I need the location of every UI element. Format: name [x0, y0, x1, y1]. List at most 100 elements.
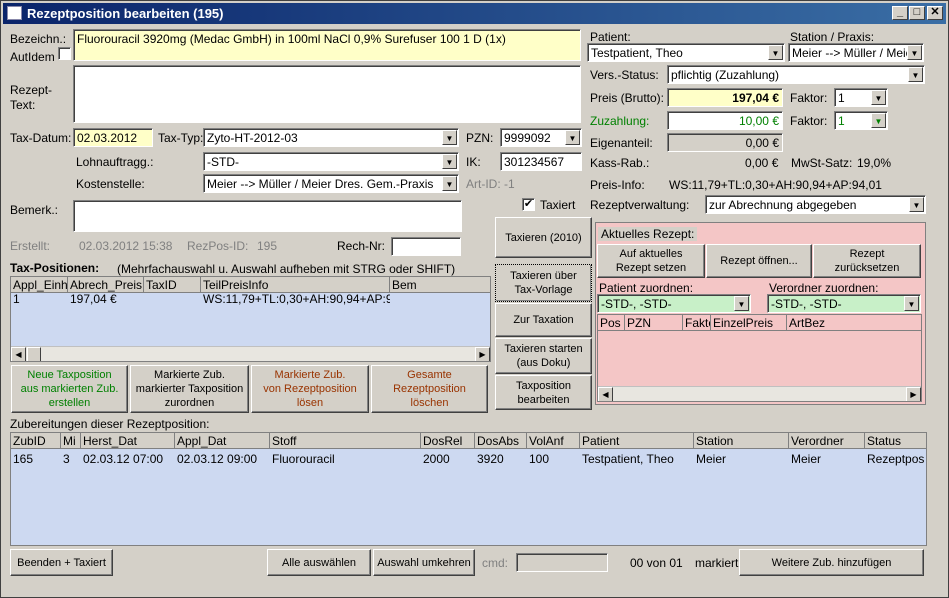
- beenden-taxiert-button[interactable]: Beenden + Taxiert: [10, 549, 113, 576]
- scroll-right-icon[interactable]: ▶: [475, 347, 490, 361]
- scroll-right-icon[interactable]: ▶: [906, 387, 921, 401]
- taxdatum-field[interactable]: 02.03.2012: [73, 128, 153, 147]
- table-cell[interactable]: Meier: [789, 451, 865, 467]
- zuzahlung-field[interactable]: 10,00 €: [667, 111, 783, 130]
- zubgrid-header[interactable]: ZubID: [11, 433, 61, 449]
- lohnauftragg-combo[interactable]: -STD- ▼: [203, 152, 459, 171]
- table-cell[interactable]: 02.03.12 07:00: [81, 451, 175, 467]
- chevron-down-icon[interactable]: ▼: [904, 296, 919, 311]
- maximize-button[interactable]: □: [909, 6, 925, 20]
- weitere-zub-button[interactable]: Weitere Zub. hinzufügen: [739, 549, 924, 576]
- table-cell[interactable]: 1: [11, 291, 68, 307]
- chevron-down-icon[interactable]: ▼: [734, 296, 749, 311]
- rezeptgrid-header[interactable]: Pos: [598, 315, 625, 331]
- pzn-combo[interactable]: 9999092 ▼: [500, 128, 582, 147]
- table-cell[interactable]: Testpatient, Theo: [580, 451, 694, 467]
- scroll-left-icon[interactable]: ◀: [11, 347, 26, 361]
- zubgrid-header[interactable]: Status: [865, 433, 926, 449]
- rezeptgrid-header[interactable]: EinzelPreis: [711, 315, 787, 331]
- preis-field[interactable]: 197,04 €: [667, 88, 783, 107]
- bemerk-field[interactable]: [73, 200, 462, 232]
- zubgrid-header[interactable]: DosRel: [421, 433, 475, 449]
- count-label: 00 von 01: [630, 556, 683, 570]
- table-cell[interactable]: 2000: [421, 451, 475, 467]
- taxieren-vorlage-button[interactable]: Taxieren über Tax-Vorlage: [495, 264, 592, 302]
- table-cell[interactable]: Meier: [694, 451, 789, 467]
- eigenanteil-field: 0,00 €: [667, 133, 783, 152]
- chevron-down-icon[interactable]: ▼: [907, 45, 922, 60]
- zubgrid-header[interactable]: Mi: [61, 433, 81, 449]
- close-button[interactable]: ✕: [927, 6, 943, 20]
- markierte-loesen-button[interactable]: Markierte Zub. von Rezeptposition lösen: [251, 365, 369, 413]
- chevron-down-icon[interactable]: ▼: [909, 197, 924, 212]
- verordner-zuordnen-combo[interactable]: -STD-, -STD- ▼: [767, 294, 921, 313]
- versstatus-combo[interactable]: pflichtig (Zuzahlung) ▼: [667, 65, 925, 84]
- zubgrid-header[interactable]: Herst_Dat: [81, 433, 175, 449]
- zubgrid-header[interactable]: Stoff: [270, 433, 421, 449]
- scroll-thumb[interactable]: [27, 347, 41, 361]
- auf-aktuelles-button[interactable]: Auf aktuelles Rezept setzen: [597, 244, 705, 278]
- table-cell[interactable]: 3: [61, 451, 81, 467]
- station-combo[interactable]: Meier --> Müller / Meier ▼: [788, 43, 924, 62]
- rezeptgrid-scrollbar[interactable]: ◀ ▶: [598, 386, 921, 401]
- ik-field[interactable]: 301234567: [500, 152, 582, 171]
- chevron-down-icon[interactable]: ▼: [442, 154, 457, 169]
- auswahl-umkehren-button[interactable]: Auswahl umkehren: [373, 549, 475, 576]
- minimize-button[interactable]: _: [892, 6, 908, 20]
- taxposition-bearbeiten-button[interactable]: Taxposition bearbeiten: [495, 375, 592, 410]
- chevron-down-icon[interactable]: ▼: [442, 176, 457, 191]
- rezepttext-field[interactable]: [73, 65, 581, 123]
- rezept-grid[interactable]: Pos PZN Fakto EinzelPreis ArtBez ◀ ▶: [597, 314, 922, 402]
- zubgrid-header[interactable]: Patient: [580, 433, 694, 449]
- taxieren-2010-button[interactable]: Taxieren (2010): [495, 217, 592, 258]
- kostenstelle-combo[interactable]: Meier --> Müller / Meier Dres. Gem.-Prax…: [203, 174, 459, 193]
- scroll-left-icon[interactable]: ◀: [598, 387, 613, 401]
- markierte-zuordnen-button[interactable]: Markierte Zub. markierter Taxposition zu…: [130, 365, 249, 413]
- bezeichnung-field[interactable]: Fluorouracil 3920mg (Medac GmbH) in 100m…: [73, 29, 581, 61]
- rezeptgrid-header[interactable]: Fakto: [683, 315, 711, 331]
- chevron-down-icon[interactable]: ▼: [442, 130, 457, 145]
- table-cell[interactable]: [144, 291, 201, 293]
- zubgrid-header[interactable]: Appl_Dat: [175, 433, 270, 449]
- table-cell[interactable]: 02.03.12 09:00: [175, 451, 270, 467]
- rechnr-field[interactable]: [391, 237, 461, 256]
- table-cell[interactable]: Fluorouracil: [270, 451, 421, 467]
- rezept-zuruecksetzen-button[interactable]: Rezept zurücksetzen: [813, 244, 921, 278]
- chevron-down-icon[interactable]: ▼: [871, 90, 886, 105]
- table-cell[interactable]: [390, 291, 490, 293]
- chevron-down-icon[interactable]: ▼: [768, 45, 783, 60]
- rezeptgrid-header[interactable]: ArtBez: [787, 315, 921, 331]
- alle-auswaehlen-button[interactable]: Alle auswählen: [267, 549, 371, 576]
- taxtyp-combo[interactable]: Zyto-HT-2012-03 ▼: [203, 128, 459, 147]
- zubgrid-header[interactable]: VolAnf: [527, 433, 580, 449]
- chevron-down-icon[interactable]: ▼: [565, 130, 580, 145]
- table-cell[interactable]: WS:11,79+TL:0,30+AH:90,94+AP:94,0: [201, 291, 390, 307]
- table-cell[interactable]: 197,04 €: [68, 291, 144, 307]
- faktor1-combo[interactable]: 1 ▼: [834, 88, 888, 107]
- zubgrid-header[interactable]: DosAbs: [475, 433, 527, 449]
- faktor2-combo[interactable]: 1 ▼: [834, 111, 888, 130]
- zur-taxation-button[interactable]: Zur Taxation: [495, 303, 592, 337]
- table-cell[interactable]: 100: [527, 451, 580, 467]
- patient-combo[interactable]: Testpatient, Theo ▼: [587, 43, 785, 62]
- taxiert-checkbox[interactable]: ✔: [522, 198, 535, 211]
- faktor2-label: Faktor:: [790, 114, 828, 128]
- zubereitungen-grid[interactable]: ZubID Mi Herst_Dat Appl_Dat Stoff DosRel…: [10, 432, 927, 546]
- zubgrid-header[interactable]: Verordner: [789, 433, 865, 449]
- chevron-down-icon[interactable]: ▼: [871, 113, 886, 128]
- taxpositionen-grid[interactable]: Appl_Einh Abrech_Preis TaxID TeilPreisIn…: [10, 276, 491, 362]
- neue-taxposition-button[interactable]: Neue Taxposition aus markierten Zub. ers…: [11, 365, 128, 413]
- rezept-oeffnen-button[interactable]: Rezept öffnen...: [706, 244, 812, 278]
- zubgrid-header[interactable]: Station: [694, 433, 789, 449]
- rezeptverwaltung-combo[interactable]: zur Abrechnung abgegeben ▼: [705, 195, 926, 214]
- chevron-down-icon[interactable]: ▼: [908, 67, 923, 82]
- gesamte-loeschen-button[interactable]: Gesamte Rezeptposition löschen: [371, 365, 488, 413]
- table-cell[interactable]: 165: [11, 451, 61, 467]
- rezeptgrid-header[interactable]: PZN: [625, 315, 683, 331]
- taxgrid-scrollbar[interactable]: ◀ ▶: [11, 346, 490, 361]
- patient-zuordnen-combo[interactable]: -STD-, -STD- ▼: [597, 294, 751, 313]
- autidem-checkbox[interactable]: [58, 47, 71, 60]
- table-cell[interactable]: Rezeptpos: [865, 451, 926, 467]
- taxieren-starten-button[interactable]: Taxieren starten (aus Doku): [495, 338, 592, 374]
- table-cell[interactable]: 3920: [475, 451, 527, 467]
